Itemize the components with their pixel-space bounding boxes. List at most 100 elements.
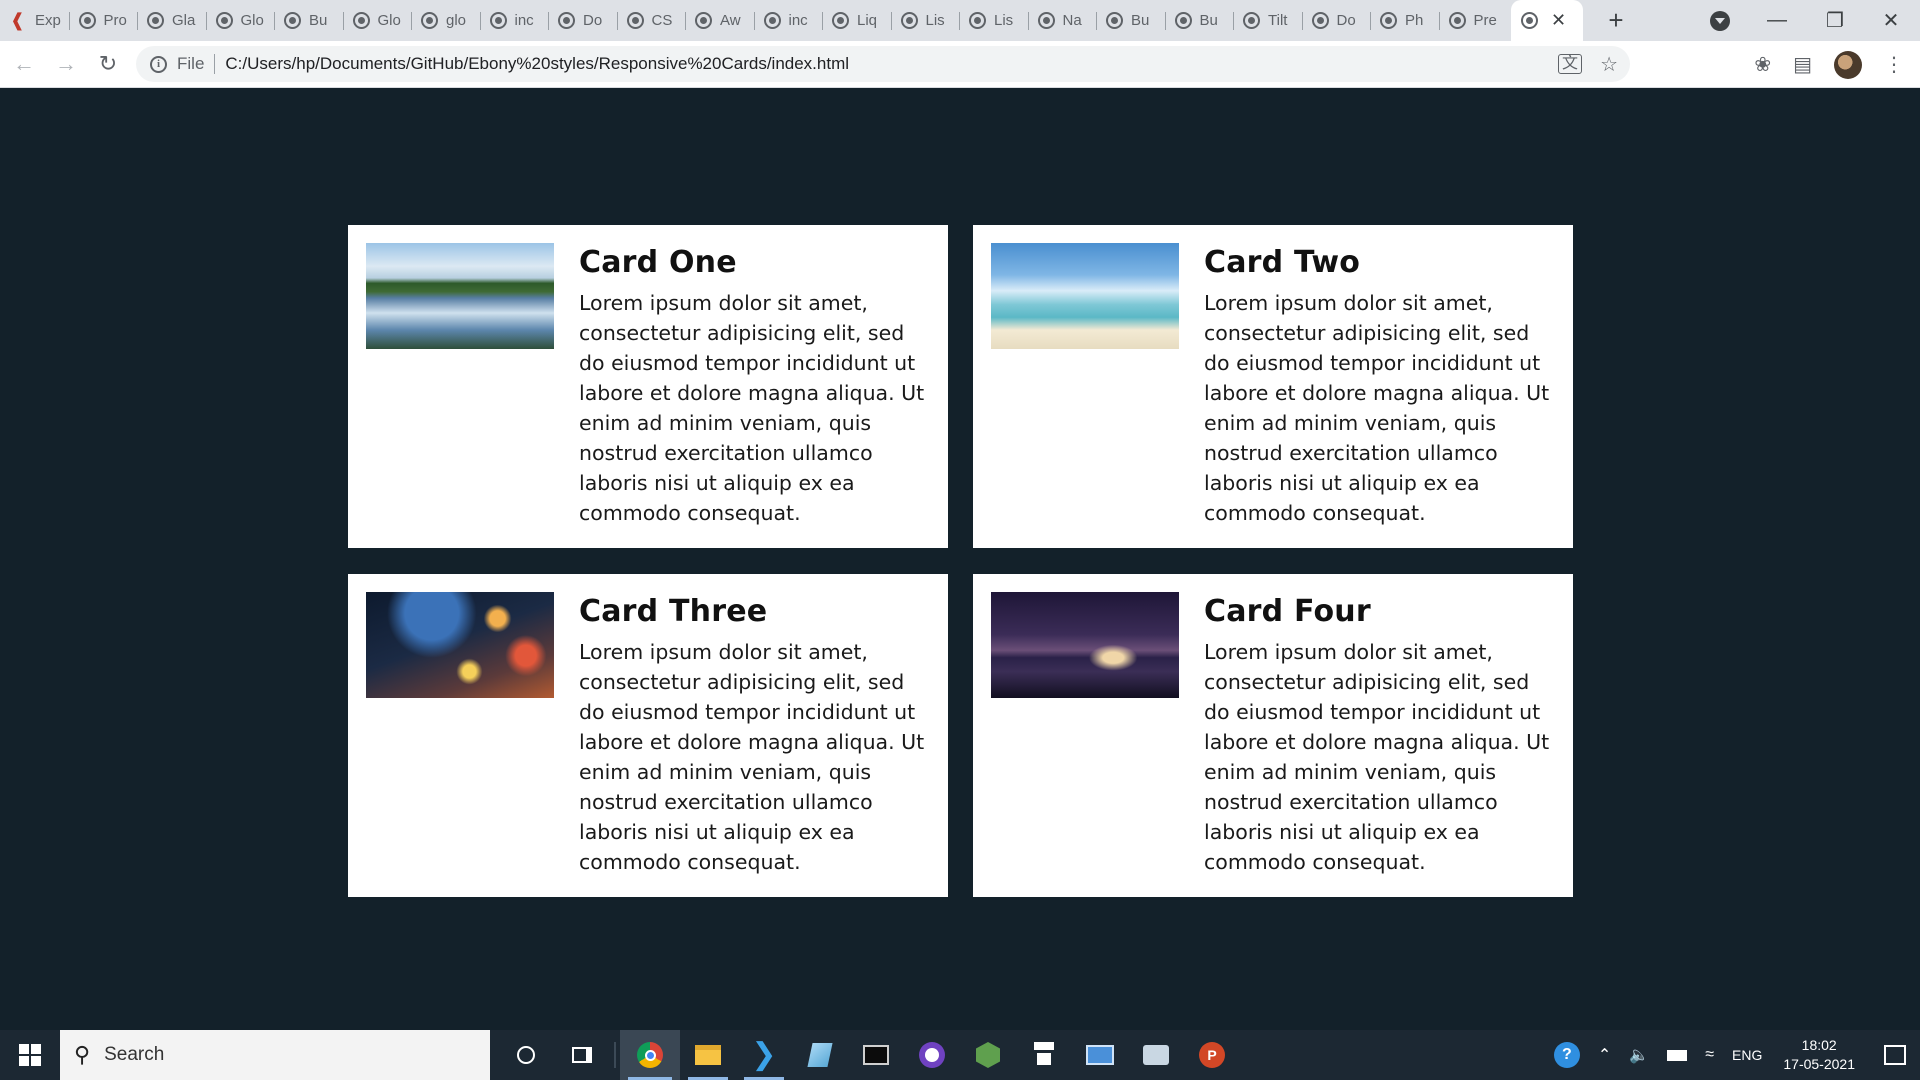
cortana-icon[interactable] [498, 1030, 554, 1080]
tab-title: inc [514, 12, 534, 29]
start-button[interactable] [0, 1030, 60, 1080]
cast-icon[interactable]: ▤ [1793, 52, 1812, 77]
search-icon: ⚲ [74, 1042, 91, 1067]
browser-tab[interactable]: Liq [822, 0, 891, 41]
browser-tab[interactable]: Bu [1096, 0, 1165, 41]
tab-title: Ph [1405, 12, 1424, 29]
tab-title: Glo [240, 12, 264, 29]
volume-icon[interactable]: 🔈 [1629, 1045, 1649, 1065]
tab-title: Exp [35, 12, 61, 29]
minimize-icon[interactable]: — [1748, 0, 1806, 41]
card-title: Card Four [1204, 594, 1371, 629]
github-desktop-icon[interactable] [904, 1030, 960, 1080]
tab-title: glo [446, 12, 467, 29]
tab-title: Tilt [1268, 12, 1288, 29]
tab-close-icon[interactable]: ✕ [1551, 10, 1566, 31]
browser-tab[interactable]: Lis [959, 0, 1028, 41]
card-image-lake [366, 243, 554, 349]
address-divider [214, 54, 216, 74]
calculator-icon[interactable] [1016, 1030, 1072, 1080]
tab-title: CS [651, 12, 673, 29]
browser-tab[interactable]: Na [1027, 0, 1097, 41]
chevron-up-icon[interactable]: ⌃ [1598, 1045, 1611, 1065]
tab-title: Bu [309, 12, 328, 29]
browser-tab[interactable]: Ph [1370, 0, 1439, 41]
file-explorer-icon[interactable] [680, 1030, 736, 1080]
browser-tab[interactable]: Do [548, 0, 617, 41]
chrome-app-icon[interactable] [620, 1030, 680, 1080]
restore-icon[interactable]: ❐ [1806, 0, 1864, 41]
nodejs-icon[interactable] [960, 1030, 1016, 1080]
browser-tab[interactable]: Bu [274, 0, 343, 41]
globe-icon [695, 12, 712, 29]
browser-tab[interactable]: Lis [890, 0, 960, 41]
tab-title: Pro [103, 12, 127, 29]
battery-icon[interactable] [1667, 1049, 1688, 1061]
new-tab-button[interactable]: + [1601, 0, 1631, 41]
bookmark-star-icon[interactable]: ☆ [1600, 52, 1618, 77]
browser-tab[interactable]: Gla [137, 0, 206, 41]
system-tool-icon[interactable] [1128, 1030, 1184, 1080]
browser-tab-active[interactable]: ✕ [1511, 0, 1583, 41]
system-tray: ? ⌃ 🔈 ≈ ENG 18:02 17-05-2021 [1545, 1030, 1920, 1080]
forward-arrow-icon[interactable]: → [46, 44, 86, 84]
help-icon[interactable]: ? [1553, 1042, 1580, 1068]
globe-icon [1448, 12, 1466, 29]
translate-icon[interactable]: 文 [1558, 54, 1583, 74]
taskbar-search-box[interactable]: ⚲ Search [60, 1030, 490, 1080]
language-indicator[interactable]: ENG [1732, 1047, 1762, 1063]
browser-tab-strip: ❰ Exp Pro Gla Glo Bu Glo glo inc Do CS Aw inc Liq Lis L… [0, 0, 1920, 41]
globe-icon [763, 12, 781, 29]
tab-title: Gla [172, 12, 196, 29]
info-icon[interactable]: i [150, 55, 167, 73]
taskbar-clock[interactable]: 18:02 17-05-2021 [1783, 1036, 1855, 1074]
browser-tab[interactable]: Aw [685, 0, 754, 41]
globe-icon [558, 12, 575, 29]
remote-desktop-icon[interactable] [1072, 1030, 1128, 1080]
globe-icon [1037, 12, 1055, 29]
address-bar[interactable]: i File C:/Users/hp/Documents/GitHub/Ebon… [136, 46, 1630, 82]
browser-tab[interactable]: Tilt [1233, 0, 1302, 41]
notifications-icon[interactable] [1884, 1045, 1906, 1065]
browser-tab[interactable]: Glo [205, 0, 275, 41]
browser-tab[interactable]: ❰ Exp [0, 0, 69, 41]
url-scheme: File [177, 54, 205, 73]
browser-tab[interactable]: inc [753, 0, 823, 41]
browser-tab[interactable]: Glo [342, 0, 412, 41]
notes-app-icon[interactable] [792, 1030, 848, 1080]
card-text: Lorem ipsum dolor sit amet, consectetur … [579, 291, 925, 525]
browser-tab[interactable]: Do [1301, 0, 1371, 41]
card-image-bridge-night [991, 592, 1179, 698]
browser-tab[interactable]: inc [479, 0, 549, 41]
vscode-icon[interactable]: ❯ [736, 1030, 792, 1080]
wifi-icon[interactable]: ≈ [1705, 1046, 1714, 1064]
extensions-puzzle-icon[interactable]: ❀ [1754, 52, 1771, 77]
browser-tab[interactable]: Pro [68, 0, 138, 41]
clock-date: 17-05-2021 [1783, 1056, 1855, 1072]
globe-icon [147, 12, 164, 29]
tab-title: Pre [1473, 12, 1497, 29]
tab-title: Do [1336, 12, 1356, 29]
url-text[interactable]: C:/Users/hp/Documents/GitHub/Ebony%20sty… [225, 54, 849, 74]
browser-tab[interactable]: Bu [1164, 0, 1234, 41]
tab-search-icon[interactable] [1710, 11, 1730, 31]
card-title: Card Two [1204, 245, 1361, 280]
card-text: Lorem ipsum dolor sit amet, consectetur … [579, 640, 925, 874]
task-view-icon[interactable] [554, 1030, 610, 1080]
browser-menu-icon[interactable]: ⋮ [1884, 52, 1904, 77]
browser-tab[interactable]: CS [616, 0, 686, 41]
browser-tab[interactable]: glo [411, 0, 480, 41]
card-image-beach [991, 243, 1179, 349]
powerpoint-icon[interactable]: P [1184, 1030, 1240, 1080]
card-text: Lorem ipsum dolor sit amet, consectetur … [1204, 291, 1550, 525]
reload-icon[interactable]: ↻ [88, 44, 128, 84]
globe-icon [489, 12, 507, 29]
taskbar-search-label: Search [104, 1044, 165, 1065]
tab-title: Liq [857, 12, 878, 29]
browser-tab[interactable]: Pre [1438, 0, 1508, 41]
terminal-icon[interactable] [848, 1030, 904, 1080]
profile-avatar[interactable] [1834, 50, 1862, 79]
globe-icon [1311, 12, 1329, 29]
window-close-icon[interactable]: ✕ [1862, 0, 1920, 41]
back-arrow-icon[interactable]: ← [4, 44, 44, 84]
